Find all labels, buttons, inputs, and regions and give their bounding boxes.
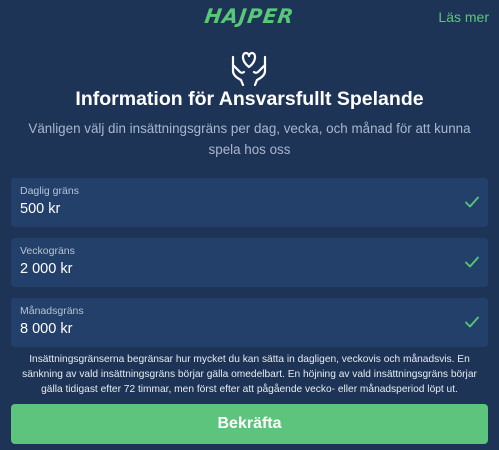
brand-logo: HAJPER [203, 4, 296, 28]
daily-limit-field[interactable]: Daglig gräns [11, 178, 488, 227]
monthly-limit-field[interactable]: Månadsgräns [11, 298, 488, 347]
deposit-limit-notice: Insättningsgränserna begränsar hur mycke… [22, 354, 477, 395]
top-bar: HAJPER Läs mer [0, 0, 499, 34]
weekly-limit-field[interactable]: Veckogräns [11, 238, 488, 287]
daily-limit-input[interactable] [20, 201, 400, 217]
monthly-limit-input[interactable] [20, 321, 400, 337]
weekly-limit-input[interactable] [20, 261, 400, 277]
check-icon [465, 196, 479, 208]
monthly-limit-label: Månadsgräns [20, 305, 84, 317]
check-icon [465, 256, 479, 268]
page-title: Information för Ansvarsfullt Spelande [75, 88, 424, 110]
check-icon [465, 316, 479, 328]
daily-limit-label: Daglig gräns [20, 185, 79, 197]
page-subtitle: Vänligen välj din insättningsgräns per d… [28, 121, 471, 157]
weekly-limit-label: Veckogräns [20, 245, 75, 257]
hands-heart-icon [231, 51, 267, 87]
confirm-button[interactable]: Bekräfta [11, 404, 488, 444]
read-more-link[interactable]: Läs mer [438, 9, 489, 25]
